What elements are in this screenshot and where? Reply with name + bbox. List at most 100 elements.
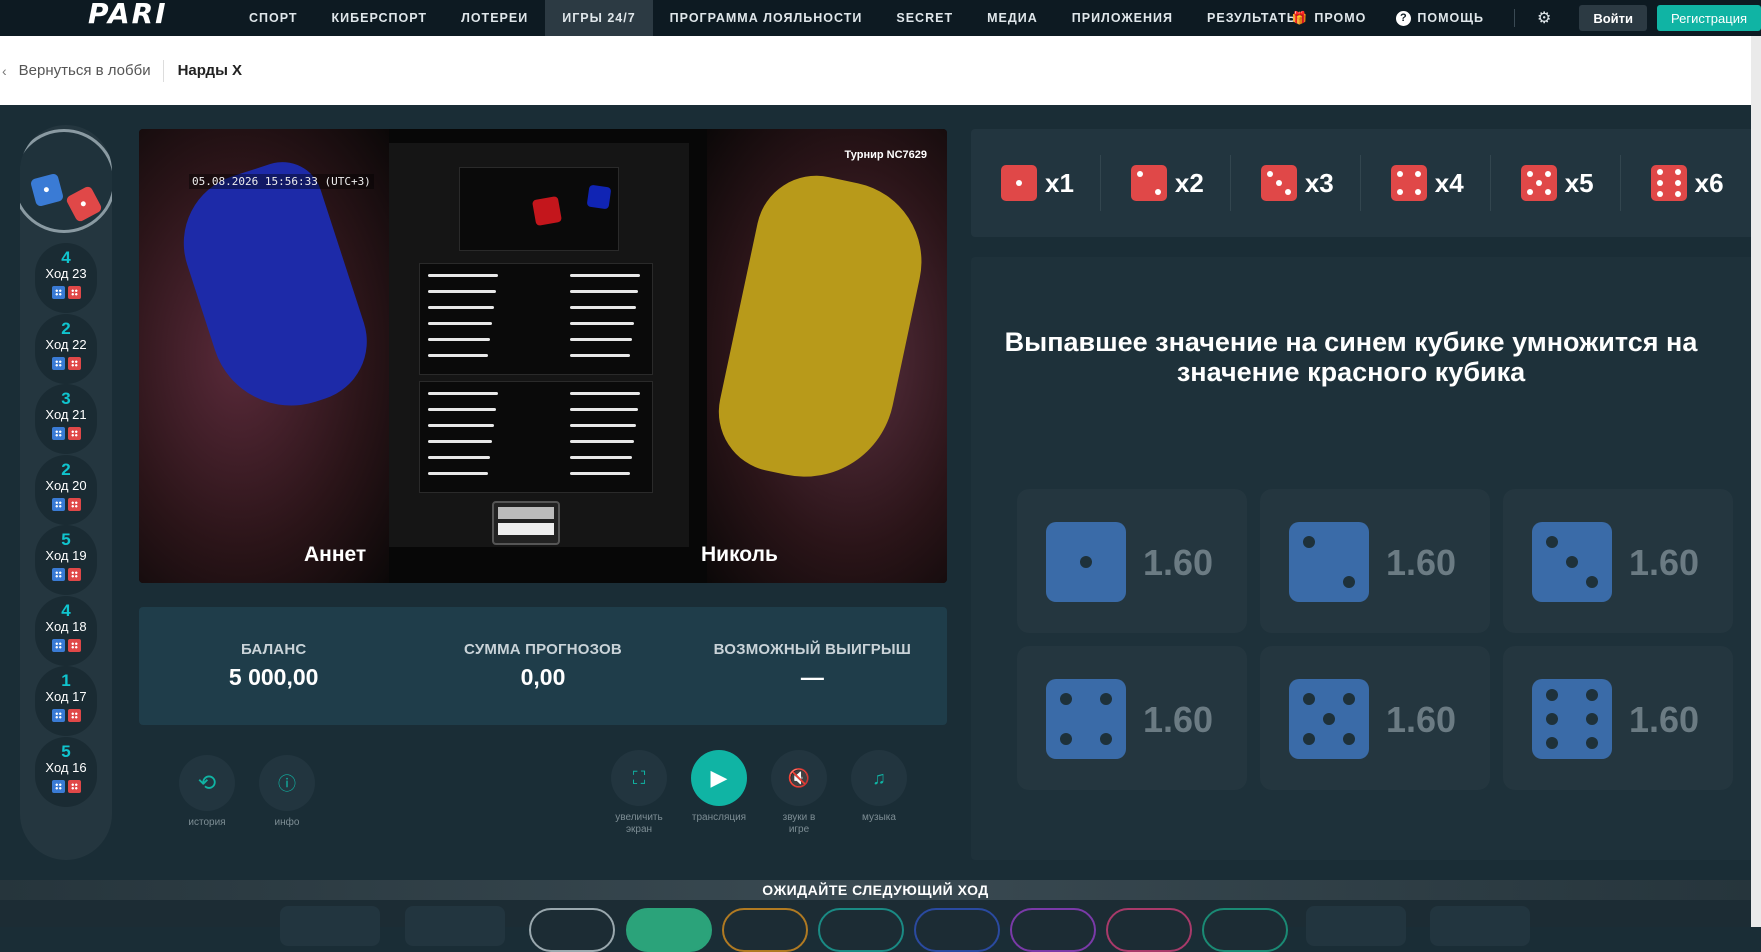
multiplier-label: x3	[1304, 167, 1334, 198]
blue-die-icon	[51, 779, 65, 793]
sounds-button[interactable]: 🔇 звуки в игре	[759, 750, 839, 836]
bet-cell-4[interactable]: 1.60	[1017, 646, 1247, 790]
history-turn: Ход 18	[45, 618, 87, 634]
music-button[interactable]: ♫ музыка	[839, 750, 919, 824]
pari-logo[interactable]: PARI	[88, 0, 168, 30]
nav-item-apps[interactable]: ПРИЛОЖЕНИЯ	[1055, 0, 1190, 36]
history-item: 2 Ход 20	[35, 454, 97, 525]
blue-die-5-icon	[1289, 679, 1369, 759]
possible-win-label: ВОЗМОЖНЫЙ ВЫИГРЫШ	[713, 641, 912, 658]
help-icon: ?	[1396, 10, 1412, 26]
red-die-icon	[67, 356, 81, 370]
nav-item-games-247[interactable]: ИГРЫ 24/7	[545, 0, 653, 36]
nav-item-secret[interactable]: SECRET	[879, 0, 970, 36]
clear-bets-button[interactable]	[280, 906, 380, 946]
chip-7[interactable]	[1106, 908, 1192, 952]
red-die-icon	[67, 427, 81, 440]
chip-selector	[0, 900, 1751, 952]
bets-sum-label: СУММА ПРОГНОЗОВ	[464, 641, 622, 658]
blue-die-1-icon	[1046, 522, 1126, 602]
chip-5[interactable]	[914, 908, 1000, 952]
dice-tray	[459, 167, 619, 251]
fullscreen-label: увеличить экран	[615, 812, 663, 835]
nav-item-loyalty[interactable]: ПРОГРАММА ЛОЯЛЬНОСТИ	[653, 0, 880, 36]
backgammon-board	[389, 143, 689, 547]
blue-die-icon	[51, 568, 65, 581]
history-turn: Ход 21	[45, 407, 87, 422]
blue-die-icon	[51, 709, 65, 722]
history-item: 4 Ход 23	[35, 243, 97, 313]
chip-6[interactable]	[1010, 908, 1096, 952]
page-title: Нарды X	[177, 62, 243, 79]
login-button[interactable]: Войти	[1579, 5, 1647, 31]
red-die-icon	[65, 185, 103, 223]
history-turn: Ход 20	[45, 477, 87, 493]
blue-die-icon	[51, 427, 65, 440]
video-left-side	[139, 129, 389, 583]
back-to-lobby-link[interactable]: ‹ Вернуться в лобби	[2, 62, 151, 79]
live-stream-video[interactable]: 05.08.2026 15:56:33 (UTC+3) Турнир NC762…	[139, 129, 947, 583]
bet-cell-3[interactable]: 1.60	[1503, 489, 1733, 633]
undo-button[interactable]	[405, 906, 505, 946]
history-turn: Ход 22	[45, 336, 87, 352]
red-die-4-icon	[1390, 165, 1427, 201]
bet-coefficient: 1.60	[1629, 542, 1700, 583]
red-die-icon	[67, 638, 81, 652]
info-label: инфо	[274, 817, 300, 828]
bet-cell-6[interactable]: 1.60	[1503, 646, 1733, 790]
player-left-name: Аннет	[304, 543, 367, 566]
history-value: 2	[61, 459, 71, 479]
history-value: 5	[61, 530, 71, 549]
bet-cell-5[interactable]: 1.60	[1260, 646, 1490, 790]
stream-button[interactable]: ▶ трансляция	[679, 750, 759, 824]
multiplier-label: x4	[1434, 167, 1464, 198]
register-button[interactable]: Регистрация	[1657, 5, 1761, 31]
fullscreen-button[interactable]: ⛶ увеличить экран	[599, 750, 679, 836]
info-button[interactable]: ⓘ инфо	[247, 755, 327, 829]
bet-cell-2[interactable]: 1.60	[1260, 489, 1490, 633]
breadcrumb: ‹ Вернуться в лобби Нарды X	[0, 36, 1761, 105]
repeat-button[interactable]	[1430, 906, 1530, 946]
status-bar: ОЖИДАЙТЕ СЛЕДУЮЩИЙ ХОД	[0, 880, 1751, 900]
gear-icon[interactable]: ⚙	[1537, 8, 1551, 28]
blue-die-icon	[51, 497, 65, 511]
nav-item-media[interactable]: МЕДИА	[970, 0, 1055, 36]
balance-panel: БАЛАНС 5 000,00 СУММА ПРОГНОЗОВ 0,00 ВОЗ…	[139, 607, 947, 725]
fullscreen-icon: ⛶	[611, 750, 667, 806]
history-item: 3 Ход 21	[35, 384, 97, 454]
page-scrollbar[interactable]	[1751, 36, 1761, 927]
history-turn: Ход 16	[45, 759, 87, 775]
blue-die-icon	[51, 638, 65, 652]
double-bets-button[interactable]	[1306, 906, 1406, 946]
history-button[interactable]: ⟲ история	[167, 755, 247, 829]
nav-item-lottery[interactable]: ЛОТЕРЕИ	[444, 0, 545, 36]
chevron-left-icon: ‹	[2, 62, 7, 79]
video-right-side	[707, 129, 947, 583]
chip-2[interactable]	[626, 908, 712, 952]
turn-history[interactable]: 4 Ход 23 2 Ход 22 3 Ход 21 2 Ход 20 5 Ход 19 4 Ход …	[20, 125, 112, 860]
nav-item-sport[interactable]: СПОРТ	[232, 0, 315, 36]
stream-timestamp: 05.08.2026 15:56:33 (UTC+3)	[189, 174, 374, 189]
possible-win-value: —	[800, 664, 824, 690]
chip-8[interactable]	[1202, 908, 1288, 952]
red-die-6-icon	[1650, 165, 1687, 201]
blue-die-3-icon	[1532, 522, 1612, 602]
history-turn: Ход 19	[45, 548, 87, 563]
player-right-name: Николь	[701, 543, 778, 566]
history-turn: Ход 17	[45, 689, 87, 704]
clock-history-icon: ⟲	[179, 755, 235, 811]
chip-3[interactable]	[722, 908, 808, 952]
red-die-2-icon	[1130, 165, 1167, 201]
red-die-3-icon	[1260, 165, 1297, 201]
help-link[interactable]: ? ПОМОЩЬ	[1396, 10, 1484, 26]
rules-text: Выпавшее значение на синем кубике умножи…	[1004, 327, 1698, 387]
nav-divider	[1513, 9, 1515, 27]
promo-link[interactable]: 🎁 ПРОМО	[1292, 11, 1367, 26]
history-dice	[35, 286, 97, 299]
nav-item-esport[interactable]: КИБЕРСПОРТ	[315, 0, 445, 36]
history-value: 4	[61, 248, 71, 267]
chip-4[interactable]	[818, 908, 904, 952]
chip-1[interactable]	[529, 908, 615, 952]
bet-cell-1[interactable]: 1.60	[1017, 489, 1247, 633]
bet-coefficient: 1.60	[1386, 542, 1457, 583]
